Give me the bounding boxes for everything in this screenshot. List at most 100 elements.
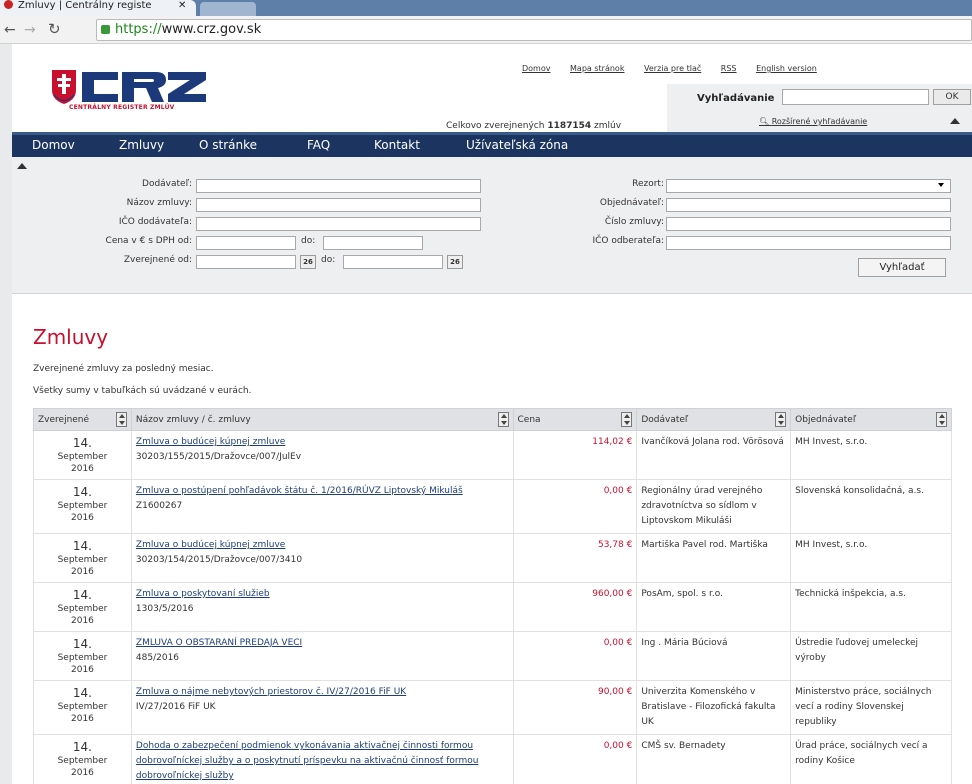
cena-do-input[interactable] xyxy=(323,236,423,250)
rss-link[interactable]: RSS xyxy=(721,64,737,73)
date-day: 14. xyxy=(72,539,92,553)
objednavatel-input[interactable] xyxy=(666,198,951,212)
total-prefix: Celkovo zverejnených xyxy=(446,121,548,131)
sort-icon[interactable] xyxy=(936,412,947,427)
nav-kontakt[interactable]: Kontakt xyxy=(374,138,420,152)
th-nazov[interactable]: Názov zmluvy / č. zmluvy xyxy=(130,408,514,431)
search-button[interactable]: Vyhľadať xyxy=(858,258,946,277)
contract-title-link[interactable]: Dohoda o zabezpečení podmienok vykonávan… xyxy=(136,741,479,781)
title-cell: Zmluva o poskytovaní služieb 1303/5/2016 xyxy=(130,582,514,632)
collapse-up-icon[interactable] xyxy=(950,118,960,124)
price-cell: 960,00 € xyxy=(512,582,638,632)
date-year: 2016 xyxy=(71,616,94,626)
ico-odberatela-input[interactable] xyxy=(666,236,951,250)
close-tab-icon[interactable]: ✕ xyxy=(178,0,186,12)
english-version-link[interactable]: English version xyxy=(756,64,817,73)
sort-icon[interactable] xyxy=(115,412,127,427)
date-day: 14. xyxy=(72,686,92,700)
date-day: 14. xyxy=(72,485,92,499)
contract-number: 485/2016 xyxy=(135,653,180,663)
label-objednavatel: Objednávateľ: xyxy=(599,198,664,208)
crz-logo[interactable]: CENTRÁLNY REGISTER ZMLÚV xyxy=(48,66,228,116)
nav-uzivatelska-zona[interactable]: Užívateľská zóna xyxy=(466,138,568,152)
top-links: Domov Mapa stránok Verzia pre tlač RSS E… xyxy=(522,64,834,73)
sort-icon[interactable] xyxy=(775,412,787,427)
th-objednavatel[interactable]: Objednávateľ xyxy=(790,408,952,431)
buyer-cell: Ústredie ľudovej umeleckej výroby xyxy=(790,631,952,681)
sort-icon[interactable] xyxy=(497,412,509,427)
subtitle-published: Zverejnené zmluvy za posledný mesiac. xyxy=(33,364,214,374)
th-label: Dodávateľ xyxy=(641,414,689,425)
contract-title-link[interactable]: Zmluva o nájme nebytových priestorov č. … xyxy=(136,687,406,697)
cislo-zmluvy-input[interactable] xyxy=(666,217,951,231)
th-label: Zverejnené xyxy=(38,414,90,425)
nav-faq[interactable]: FAQ xyxy=(307,138,330,152)
date-month: September xyxy=(57,756,108,766)
reload-icon[interactable]: ↻ xyxy=(48,20,61,38)
date-cell: 14. September 2016 xyxy=(33,582,132,632)
th-dodavatel[interactable]: Dodávateľ xyxy=(636,408,792,431)
ico-dodavatela-input[interactable] xyxy=(196,217,481,231)
title-cell: Zmluva o nájme nebytových priestorov č. … xyxy=(130,680,514,735)
table-header-row: Zverejnené Názov zmluvy / č. zmluvy Cena… xyxy=(33,408,952,431)
table-row: 14. September 2016 Zmluva o poskytovaní slu… xyxy=(33,582,952,632)
contract-title-link[interactable]: Zmluva o postúpení pohľadávok štátu č. 1… xyxy=(136,486,463,496)
contract-title-link[interactable]: Zmluva o poskytovaní služieb xyxy=(136,589,270,599)
date-month: September xyxy=(57,501,108,511)
label-rezort: Rezort: xyxy=(632,179,664,189)
th-zverejnene[interactable]: Zverejnené xyxy=(33,408,132,431)
calendar-icon[interactable]: 26 xyxy=(447,255,463,269)
quick-search-input[interactable] xyxy=(782,89,929,105)
nav-domov[interactable]: Domov xyxy=(32,138,75,152)
date-cell: 14. September 2016 xyxy=(33,734,132,784)
print-version-link[interactable]: Verzia pre tlač xyxy=(644,64,701,73)
main-nav: Domov Zmluvy O stránke FAQ Kontakt Užíva… xyxy=(12,132,972,157)
nazov-input[interactable] xyxy=(196,198,481,212)
th-cena[interactable]: Cena xyxy=(512,408,638,431)
contract-number: 30203/154/2015/Dražovce/007/3410 xyxy=(135,555,303,565)
forward-icon[interactable]: → xyxy=(24,22,36,38)
home-link[interactable]: Domov xyxy=(522,64,550,73)
table-row: 14. September 2016 Zmluva o postúpení pohľa… xyxy=(33,479,952,534)
collapse-filter-icon[interactable] xyxy=(17,163,27,169)
price-cell: 0,00 € xyxy=(512,734,638,784)
title-cell: Zmluva o budúcej kúpnej zmluve 30203/154/… xyxy=(130,533,514,583)
nav-zmluvy[interactable]: Zmluvy xyxy=(119,138,164,152)
magnifier-icon: 🔍︎ xyxy=(759,117,772,126)
dodavatel-input[interactable] xyxy=(196,179,481,193)
contract-title-link[interactable]: ZMLUVA O OBSTARANÍ PREDAJA VECI xyxy=(136,638,302,648)
sort-icon[interactable] xyxy=(621,412,633,427)
rezort-select[interactable] xyxy=(666,179,951,193)
date-year: 2016 xyxy=(71,513,94,523)
nav-o-stranke[interactable]: O stránke xyxy=(199,138,257,152)
new-tab-button[interactable] xyxy=(200,2,256,16)
back-icon[interactable]: ← xyxy=(4,22,16,38)
date-day: 14. xyxy=(72,588,92,602)
date-cell: 14. September 2016 xyxy=(33,533,132,583)
calendar-icon[interactable]: 26 xyxy=(300,255,316,269)
date-month: September xyxy=(57,604,108,614)
contract-title-link[interactable]: Zmluva o budúcej kúpnej zmluve xyxy=(136,540,285,550)
buyer-cell: Technická inšpekcia, a.s. xyxy=(790,582,952,632)
url-input[interactable]: https://www.crz.gov.sk xyxy=(96,19,972,41)
browser-tab-strip: Zmluvy | Centrálny registe ✕ xyxy=(0,0,972,16)
supplier-cell: Ivančíková Jolana rod. Vörösová xyxy=(636,430,792,480)
cena-od-input[interactable] xyxy=(196,236,296,250)
browser-tab[interactable]: Zmluvy | Centrálny registe ✕ xyxy=(0,0,196,16)
advanced-search-link[interactable]: 🔍︎ Rozšírené vyhľadávanie xyxy=(759,117,867,126)
date-cell: 14. September 2016 xyxy=(33,479,132,534)
sitemap-link[interactable]: Mapa stránok xyxy=(570,64,624,73)
buyer-cell: Slovenská konsolidačná, a.s. xyxy=(790,479,952,534)
date-day: 14. xyxy=(72,637,92,651)
quick-search-ok-button[interactable]: OK xyxy=(933,89,971,105)
th-label: Názov zmluvy / č. zmluvy xyxy=(135,414,251,425)
contract-title-link[interactable]: Zmluva o budúcej kúpnej zmluve xyxy=(136,437,285,447)
date-cell: 14. September 2016 xyxy=(33,430,132,480)
date-day: 14. xyxy=(72,740,92,754)
price-cell: 0,00 € xyxy=(512,631,638,681)
title-cell: Zmluva o postúpení pohľadávok štátu č. 1… xyxy=(130,479,514,534)
zverejnene-od-input[interactable] xyxy=(196,255,296,269)
tab-title: Zmluvy | Centrálny registe xyxy=(18,0,152,11)
zverejnene-do-input[interactable] xyxy=(343,255,443,269)
chevron-down-icon xyxy=(938,183,944,187)
